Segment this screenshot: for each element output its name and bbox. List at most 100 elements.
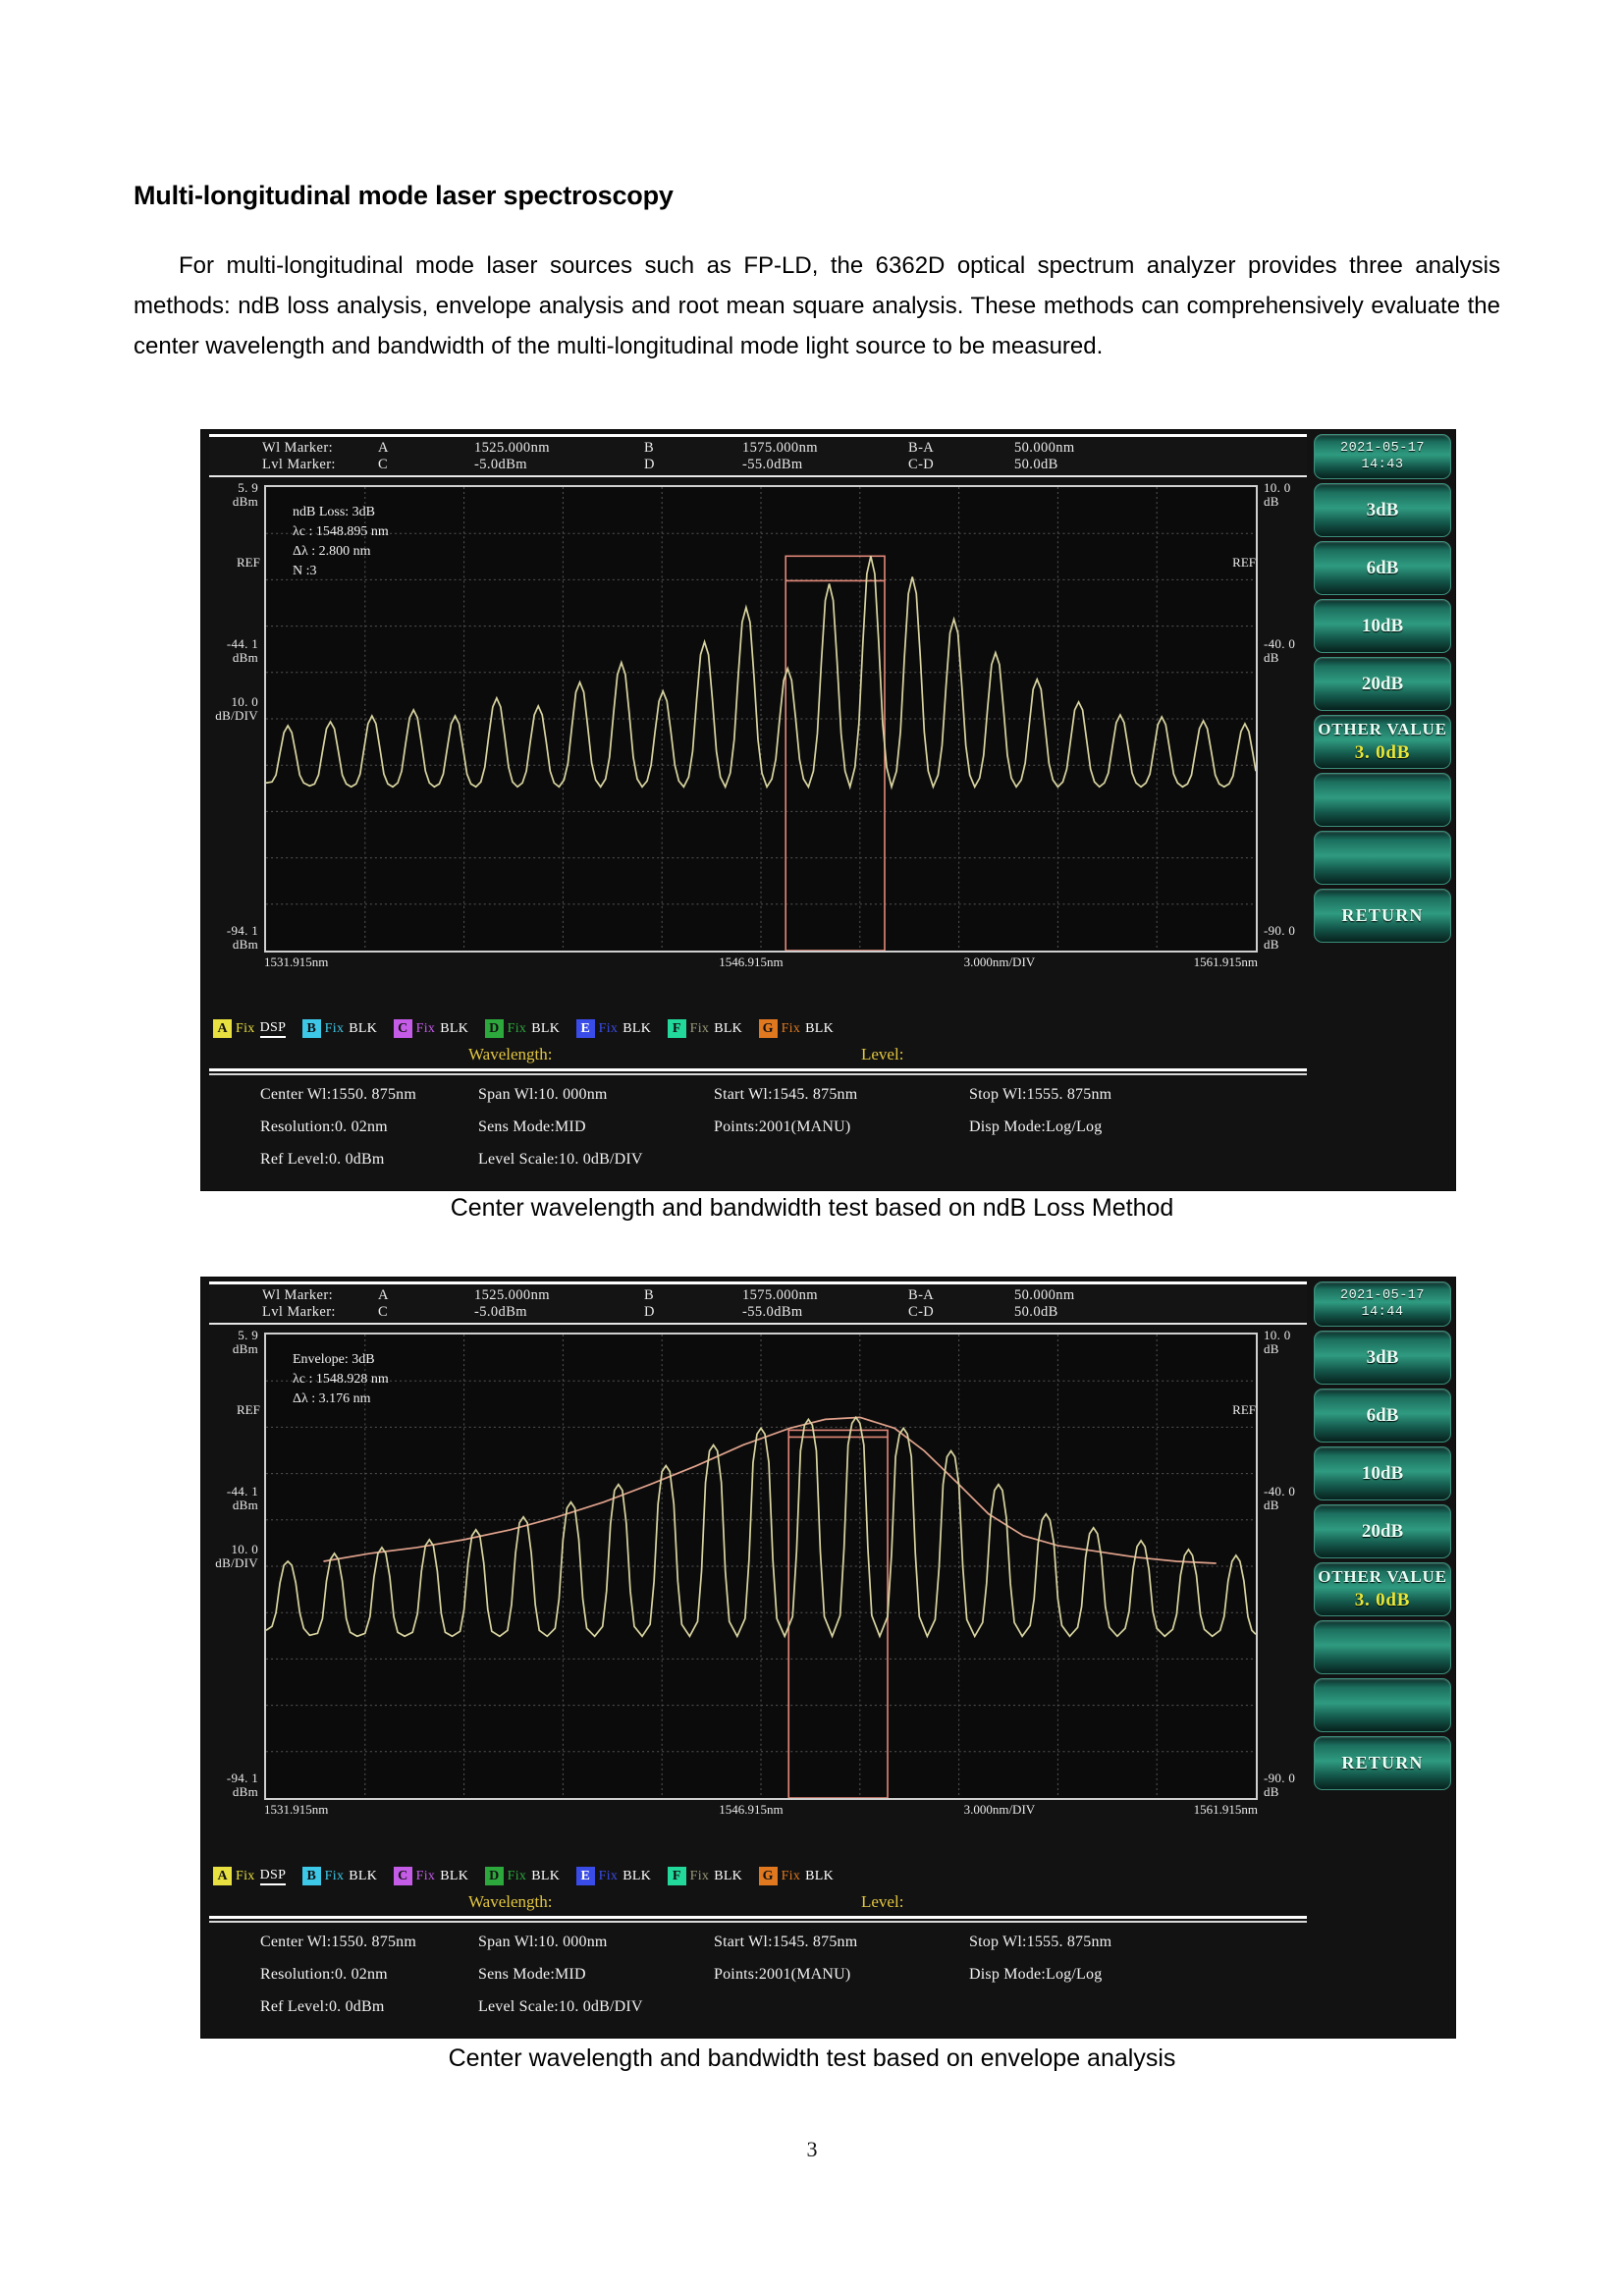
trace-mode-a[interactable]: DSP [260,1020,287,1038]
trace-mode-c[interactable]: BLK [440,1869,468,1884]
wavelength-heading: Wavelength: [468,1045,553,1064]
param-start-wl: Start Wl:1545. 875nm [714,1086,857,1104]
trace-fix-b[interactable]: Fix [325,1021,345,1037]
trace-fix-d[interactable]: Fix [508,1869,527,1884]
softkey-other-value[interactable]: OTHER VALUE 3. 0dB [1314,715,1451,769]
trace-chip-e[interactable]: E [576,1019,595,1038]
marker-cd-name: C-D [908,457,934,473]
trace-fix-d[interactable]: Fix [508,1021,527,1037]
trace-fix-b[interactable]: Fix [325,1869,345,1884]
trace-mode-d[interactable]: BLK [531,1869,560,1884]
marker-d-value: -55.0dBm [742,1304,803,1321]
ref-label-left-2: REF [237,1402,260,1418]
param-points: Points:2001(MANU) [714,1966,850,1984]
page-title: Multi-longitudinal mode laser spectrosco… [134,181,1498,211]
trace-fix-f[interactable]: Fix [690,1021,710,1037]
marker-cd-value: 50.0dB [1014,1304,1058,1321]
trace-mode-e[interactable]: BLK [623,1021,651,1037]
trace-fix-c[interactable]: Fix [416,1869,436,1884]
trace-fix-g[interactable]: Fix [782,1869,801,1884]
trace-chip-d[interactable]: D [485,1019,504,1038]
param-table-1: Center Wl:1550. 875nm Span Wl:10. 000nm … [213,1086,1307,1183]
softkey-return[interactable]: RETURN [1314,1736,1451,1790]
trace-chip-b[interactable]: B [302,1867,321,1885]
spectrum-plot-svg-2 [266,1335,1256,1798]
trace-chip-a[interactable]: A [213,1867,232,1885]
marker-a-name: A [378,440,389,457]
trace-chip-a[interactable]: A [213,1019,232,1038]
param-disp-mode: Disp Mode:Log/Log [969,1118,1102,1136]
softkey-10db[interactable]: 10dB [1314,1446,1451,1500]
trace-mode-b[interactable]: BLK [349,1021,377,1037]
trace-fix-e[interactable]: Fix [599,1869,619,1884]
datetime-display: 2021-05-17 14:43 [1314,434,1451,479]
softkey-20db[interactable]: 20dB [1314,657,1451,711]
trace-mode-a[interactable]: DSP [260,1868,287,1885]
trace-mode-f[interactable]: BLK [714,1869,742,1884]
y-mid-label: -44. 1dBm [227,637,258,665]
wl-marker-label: Wl Marker: [262,440,333,457]
param-level-scale: Level Scale:10. 0dB/DIV [478,1151,643,1169]
softkey-blank-2[interactable] [1314,831,1451,885]
x-axis-labels-1: 1531.915nm 1546.915nm 3.000nm/DIV 1561.9… [264,954,1258,974]
param-rule-2 [209,1921,1307,1923]
trace-chip-c[interactable]: C [394,1867,412,1885]
marker-ba-value: 50.000nm [1014,440,1075,457]
param-row: Center Wl:1550. 875nm Span Wl:10. 000nm … [213,1086,1307,1118]
softkey-3db[interactable]: 3dB [1314,483,1451,537]
trace-chip-f[interactable]: F [668,1019,686,1038]
wavelength-heading: Wavelength: [468,1892,553,1912]
marker-b-value: 1575.000nm [742,1287,818,1304]
trace-fix-a[interactable]: Fix [236,1021,255,1037]
trace-fix-g[interactable]: Fix [782,1021,801,1037]
trace-fix-a[interactable]: Fix [236,1869,255,1884]
trace-mode-e[interactable]: BLK [623,1869,651,1884]
trace-mode-c[interactable]: BLK [440,1021,468,1037]
softkey-blank-2[interactable] [1314,1678,1451,1732]
trace-fix-f[interactable]: Fix [690,1869,710,1884]
trace-chip-g[interactable]: G [759,1019,778,1038]
trace-mode-d[interactable]: BLK [531,1021,560,1037]
softkey-label: 3dB [1367,500,1399,521]
marker-ba-value: 50.000nm [1014,1287,1075,1304]
spectrum-grid-2 [264,1333,1258,1800]
trace-chip-c[interactable]: C [394,1019,412,1038]
param-rule-1 [209,1916,1307,1919]
param-resolution: Resolution:0. 02nm [260,1966,388,1984]
softkey-other-value[interactable]: OTHER VALUE 3. 0dB [1314,1562,1451,1616]
trace-mode-g[interactable]: BLK [805,1021,834,1037]
softkey-label: 3dB [1367,1347,1399,1369]
marker-box-2 [788,1430,888,1798]
marker-a-value: 1525.000nm [474,1287,550,1304]
trace-mode-f[interactable]: BLK [714,1021,742,1037]
softkey-label: RETURN [1341,1753,1423,1773]
y-scale-label: 10. 0dB/DIV [215,1543,258,1570]
softkey-blank-1[interactable] [1314,1620,1451,1674]
softkey-label: 20dB [1362,1521,1403,1543]
softkey-3db[interactable]: 3dB [1314,1331,1451,1385]
trace-chip-g[interactable]: G [759,1867,778,1885]
trace-fix-e[interactable]: Fix [599,1021,619,1037]
y-axis-right-1: 10. 0dB -40. 0dB -90. 0dB [1262,475,1307,1011]
trace-chip-b[interactable]: B [302,1019,321,1038]
softkey-return[interactable]: RETURN [1314,889,1451,943]
trace-mode-g[interactable]: BLK [805,1869,834,1884]
softkey-10db[interactable]: 10dB [1314,599,1451,653]
y-right-bottom-label: -90. 0dB [1264,1771,1295,1799]
softkey-label: OTHER VALUE [1318,1567,1446,1587]
softkey-6db[interactable]: 6dB [1314,1389,1451,1443]
trace-fix-c[interactable]: Fix [416,1021,436,1037]
softkey-20db[interactable]: 20dB [1314,1504,1451,1558]
param-sens-mode: Sens Mode:MID [478,1966,586,1984]
softkey-label: RETURN [1341,905,1423,926]
trace-chip-d[interactable]: D [485,1867,504,1885]
trace-chip-f[interactable]: F [668,1867,686,1885]
y-top-label: 5. 9dBm [233,1329,258,1356]
param-sens-mode: Sens Mode:MID [478,1118,586,1136]
trace-chip-e[interactable]: E [576,1867,595,1885]
softkey-6db[interactable]: 6dB [1314,541,1451,595]
softkey-blank-1[interactable] [1314,773,1451,827]
ref-label-right-2: REF [1232,1402,1256,1418]
trace-mode-b[interactable]: BLK [349,1869,377,1884]
param-ref-level: Ref Level:0. 0dBm [260,1151,385,1169]
